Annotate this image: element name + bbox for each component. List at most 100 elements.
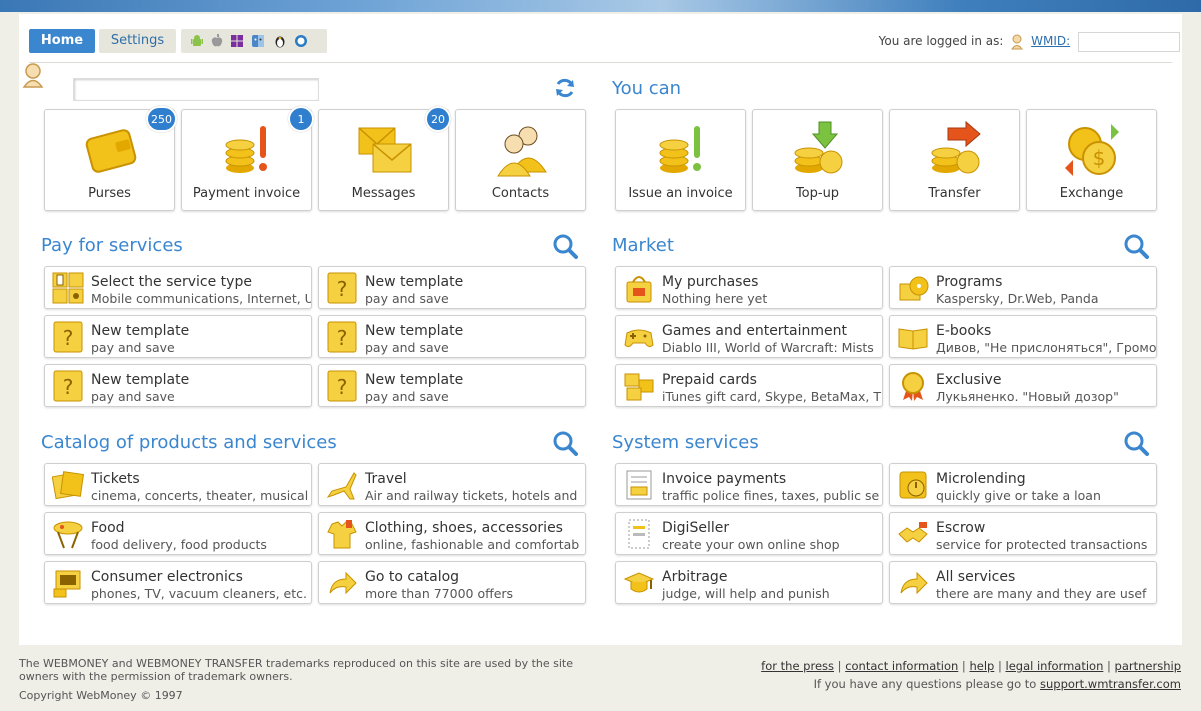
trademark-notice: The WEBMONEY and WEBMONEY TRANSFER trade…	[19, 657, 574, 683]
apple-icon[interactable]	[210, 34, 224, 48]
search-icon[interactable]	[552, 233, 578, 259]
footer-link-partnership[interactable]: partnership	[1115, 659, 1181, 673]
wmid-link[interactable]: WMID:	[1031, 34, 1070, 48]
svg-text:?: ?	[63, 375, 74, 399]
support-link[interactable]: support.wmtransfer.com	[1040, 677, 1181, 691]
coins-exclamation-icon	[659, 126, 701, 173]
windows-icon[interactable]	[230, 34, 244, 48]
transfer-icon	[931, 120, 981, 174]
item-subtitle: pay and save	[91, 389, 175, 404]
system-microlending[interactable]: Microlending quickly give or take a loan	[889, 463, 1157, 506]
market-ebooks[interactable]: E-books Дивов, "Не прислоняться", Громо	[889, 315, 1157, 358]
item-title: My purchases	[662, 274, 759, 290]
tile-issue-invoice[interactable]: Issue an invoice	[615, 109, 746, 211]
web-client-icon[interactable]	[294, 34, 308, 48]
new-template-item[interactable]: ? New template pay and save	[318, 364, 586, 407]
tile-contacts[interactable]: Contacts	[455, 109, 586, 211]
item-subtitle: phones, TV, vacuum cleaners, etc.	[91, 586, 307, 601]
item-title: New template	[91, 323, 190, 339]
system-escrow[interactable]: Escrow service for protected transaction…	[889, 512, 1157, 555]
market-exclusive[interactable]: Exclusive Лукьяненко. "Новый дозор"	[889, 364, 1157, 407]
platform-apps	[181, 29, 327, 53]
tile-label: Messages	[351, 186, 416, 201]
item-title: Arbitrage	[662, 569, 728, 585]
android-icon[interactable]	[190, 34, 204, 48]
item-title: DigiSeller	[662, 520, 730, 536]
food-icon	[53, 521, 83, 549]
market-prepaid-cards[interactable]: Prepaid cards iTunes gift card, Skype, B…	[615, 364, 883, 407]
market-my-purchases[interactable]: My purchases Nothing here yet	[615, 266, 883, 309]
svg-text:?: ?	[63, 326, 74, 350]
market-programs[interactable]: Programs Kaspersky, Dr.Web, Panda	[889, 266, 1157, 309]
prepaid-card-icon	[624, 373, 654, 401]
item-subtitle: pay and save	[91, 340, 175, 355]
item-title: New template	[365, 323, 464, 339]
home-tab[interactable]: Home	[29, 29, 95, 53]
footer-link-help[interactable]: help	[969, 659, 994, 673]
tile-label: Issue an invoice	[628, 186, 733, 201]
system-invoice-payments[interactable]: Invoice payments traffic police fines, t…	[615, 463, 883, 506]
go-to-catalog[interactable]: Go to catalog more than 77000 offers	[318, 561, 586, 604]
market-games[interactable]: Games and entertainment Diablo III, Worl…	[615, 315, 883, 358]
footer-link-legal[interactable]: legal information	[1006, 659, 1104, 673]
tile-exchange[interactable]: $ Exchange	[1026, 109, 1157, 211]
service-grid-icon	[52, 272, 84, 304]
purses-count-badge: 250	[146, 106, 177, 132]
item-subtitle: food delivery, food products	[91, 537, 267, 552]
item-subtitle: Дивов, "Не прислоняться", Громо	[936, 340, 1157, 355]
tile-label: Transfer	[928, 186, 981, 201]
item-title: Go to catalog	[365, 569, 460, 585]
new-template-item[interactable]: ? New template pay and save	[44, 315, 312, 358]
user-avatar-icon	[22, 63, 44, 88]
tile-top-up[interactable]: Top-up	[752, 109, 883, 211]
catalog-travel[interactable]: Travel Air and railway tickets, hotels a…	[318, 463, 586, 506]
item-subtitle: cinema, concerts, theater, musical	[91, 488, 309, 503]
question-template-icon: ?	[327, 321, 357, 353]
airplane-icon	[326, 472, 357, 500]
linux-icon[interactable]	[273, 34, 287, 48]
item-title: New template	[91, 372, 190, 388]
footer-link-contact[interactable]: contact information	[845, 659, 958, 673]
digiseller-icon	[628, 519, 650, 549]
refresh-icon[interactable]	[554, 77, 576, 99]
system-arbitrage[interactable]: Arbitrage judge, will help and punish	[615, 561, 883, 604]
search-icon[interactable]	[1123, 430, 1149, 456]
tile-purses[interactable]: Purses 250	[44, 106, 177, 211]
svg-text:?: ?	[337, 277, 348, 301]
catalog-clothing[interactable]: Clothing, shoes, accessories online, fas…	[318, 512, 586, 555]
system-all-services[interactable]: All services there are many and they are…	[889, 561, 1157, 604]
arrow-right-icon	[900, 571, 928, 595]
user-name-box	[73, 78, 319, 101]
footer-link-press[interactable]: for the press	[761, 659, 834, 673]
catalog-tickets[interactable]: Tickets cinema, concerts, theater, music…	[44, 463, 312, 506]
search-icon[interactable]	[552, 430, 578, 456]
mac-finder-icon[interactable]	[251, 34, 265, 48]
tickets-icon	[52, 471, 84, 500]
new-template-item[interactable]: ? New template pay and save	[44, 364, 312, 407]
nav-divider	[29, 62, 1172, 63]
tile-transfer[interactable]: Transfer	[889, 109, 1020, 211]
search-icon[interactable]	[1123, 233, 1149, 259]
item-title: New template	[365, 372, 464, 388]
new-template-item[interactable]: ? New template pay and save	[318, 315, 586, 358]
system-digiseller[interactable]: DigiSeller create your own online shop	[615, 512, 883, 555]
software-box-icon	[899, 276, 929, 301]
tile-messages[interactable]: Messages 20	[318, 106, 451, 211]
item-subtitle: iTunes gift card, Skype, BetaMax, T	[662, 389, 881, 404]
top-banner-strip	[0, 0, 1201, 12]
handshake-icon	[898, 522, 928, 543]
envelope-icon	[358, 127, 412, 173]
tile-payment-invoice[interactable]: Payment invoice 1	[181, 106, 314, 211]
settings-tab[interactable]: Settings	[99, 29, 176, 53]
item-subtitle: Mobile communications, Internet, U	[91, 291, 312, 306]
footer-links: for the press | contact information | he…	[761, 659, 1181, 691]
tile-label: Purses	[88, 186, 131, 201]
tile-label: Exchange	[1059, 186, 1124, 201]
catalog-food[interactable]: Food food delivery, food products	[44, 512, 312, 555]
catalog-electronics[interactable]: Consumer electronics phones, TV, vacuum …	[44, 561, 312, 604]
service-type-selector[interactable]: Select the service type Mobile communica…	[44, 266, 312, 309]
item-subtitle: service for protected transactions	[936, 537, 1148, 552]
coins-alert-icon	[225, 126, 267, 173]
item-title: E-books	[936, 323, 992, 339]
new-template-item[interactable]: ? New template pay and save	[318, 266, 586, 309]
